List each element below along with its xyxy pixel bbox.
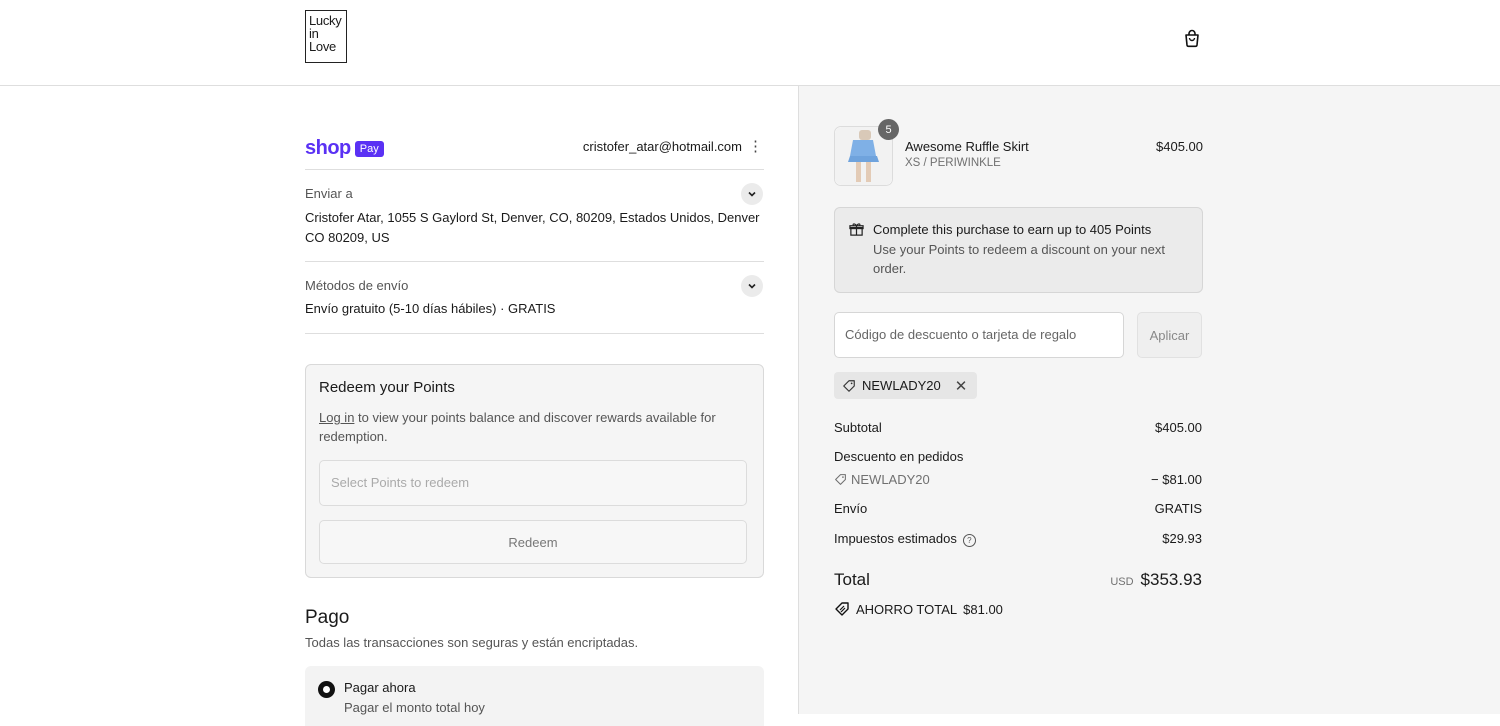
- earn-points-banner: Complete this purchase to earn up to 405…: [834, 207, 1203, 293]
- payment-option-pay-now[interactable]: Pagar ahora Pagar el monto total hoy: [305, 666, 764, 726]
- discount-code-name: NEWLADY20: [851, 472, 930, 487]
- product-price: $405.00: [1156, 139, 1203, 154]
- earn-points-title: Complete this purchase to earn up to 405…: [873, 222, 1152, 237]
- redeem-desc-text: to view your points balance and discover…: [319, 410, 716, 444]
- total-row: Total USD $353.93: [834, 570, 1202, 590]
- total-value: $353.93: [1140, 570, 1202, 589]
- redeem-points-description: Log in to view your points balance and d…: [319, 408, 739, 446]
- tag-icon: [843, 379, 855, 392]
- divider: [305, 333, 764, 334]
- shop-pay-wordmark: shop: [305, 137, 351, 159]
- more-options-icon[interactable]: ⋮: [748, 139, 763, 154]
- payment-title: Pago: [305, 607, 350, 628]
- tax-row: Impuestos estimados? $29.93: [834, 531, 1202, 547]
- shopping-bag-icon[interactable]: [1182, 28, 1202, 48]
- savings-value: $81.00: [963, 601, 1003, 617]
- discount-label-row: Descuento en pedidos: [834, 449, 1202, 464]
- help-icon[interactable]: ?: [962, 534, 976, 547]
- shipping-method-label: Métodos de envío: [305, 278, 409, 293]
- logo-line-3: Love: [309, 39, 336, 54]
- total-amount: USD $353.93: [1110, 570, 1202, 590]
- shop-pay-logo: shop Pay: [305, 137, 384, 160]
- subtotal-row: Subtotal $405.00: [834, 420, 1202, 435]
- chevron-down-icon: [748, 283, 756, 289]
- shipping-value: GRATIS: [1154, 501, 1202, 516]
- total-savings: AHORRO TOTAL $81.00: [834, 601, 1003, 617]
- product-variant: XS / PERIWINKLE: [905, 157, 1001, 169]
- redeem-button[interactable]: Redeem: [319, 520, 747, 564]
- quantity-badge: 5: [878, 119, 899, 140]
- subtotal-value: $405.00: [1155, 420, 1202, 435]
- tag-icon: [835, 474, 846, 485]
- payment-subtitle: Todas las transacciones son seguras y es…: [305, 635, 639, 650]
- close-icon[interactable]: ✕: [955, 377, 968, 395]
- savings-label: AHORRO TOTAL: [856, 601, 958, 617]
- points-select[interactable]: Select Points to redeem: [319, 460, 747, 506]
- shipping-row: Envío GRATIS: [834, 501, 1202, 516]
- shipping-method-expand-button[interactable]: [741, 275, 763, 297]
- total-currency: USD: [1110, 576, 1134, 588]
- discount-row: NEWLADY20 − $81.00: [834, 472, 1202, 487]
- ship-to-label: Enviar a: [305, 186, 353, 201]
- payment-option-label: Pagar ahora: [344, 680, 416, 695]
- account-email-text: cristofer_atar@hotmail.com: [582, 139, 742, 154]
- discount-label: Descuento en pedidos: [834, 449, 964, 464]
- applied-discount-code: NEWLADY20: [862, 378, 941, 393]
- shop-pay-badge: Pay: [354, 140, 384, 157]
- earn-points-description: Use your Points to redeem a discount on …: [873, 242, 1165, 276]
- shipping-label: Envío: [834, 501, 868, 516]
- redeem-points-card: Redeem your Points Log in to view your p…: [305, 364, 764, 578]
- account-email: cristofer_atar@hotmail.com ⋮: [583, 139, 763, 154]
- redeem-points-title: Redeem your Points: [319, 379, 455, 396]
- login-link[interactable]: Log in: [319, 410, 354, 425]
- store-logo[interactable]: Lucky in Love: [305, 10, 347, 63]
- applied-discount-chip: NEWLADY20 ✕: [834, 372, 978, 399]
- radio-selected-icon[interactable]: [318, 681, 335, 698]
- product-name: Awesome Ruffle Skirt: [905, 139, 1029, 154]
- total-label: Total: [834, 570, 870, 589]
- shipping-method-value: Envío gratuito (5-10 días hábiles) · GRA…: [305, 301, 556, 316]
- payment-option-sub: Pagar el monto total hoy: [344, 700, 485, 715]
- divider: [305, 169, 764, 170]
- tax-label: Impuestos estimados: [834, 531, 957, 546]
- savings-tag-icon: [835, 602, 849, 616]
- tax-label-wrap: Impuestos estimados?: [834, 531, 976, 547]
- gift-icon: [849, 223, 864, 236]
- subtotal-label: Subtotal: [834, 420, 882, 435]
- divider: [305, 261, 764, 262]
- order-summary-panel: [798, 86, 1500, 714]
- chevron-down-icon: [748, 191, 756, 197]
- ship-to-address: Cristofer Atar, 1055 S Gaylord St, Denve…: [305, 210, 760, 245]
- discount-code-line: NEWLADY20: [834, 472, 930, 487]
- header: Lucky in Love: [0, 0, 1500, 86]
- apply-discount-button[interactable]: Aplicar: [1137, 312, 1202, 358]
- discount-code-input[interactable]: Código de descuento o tarjeta de regalo: [834, 312, 1124, 358]
- discount-value: − $81.00: [1151, 472, 1202, 487]
- tax-value: $29.93: [1162, 531, 1202, 546]
- ship-to-expand-button[interactable]: [741, 183, 763, 205]
